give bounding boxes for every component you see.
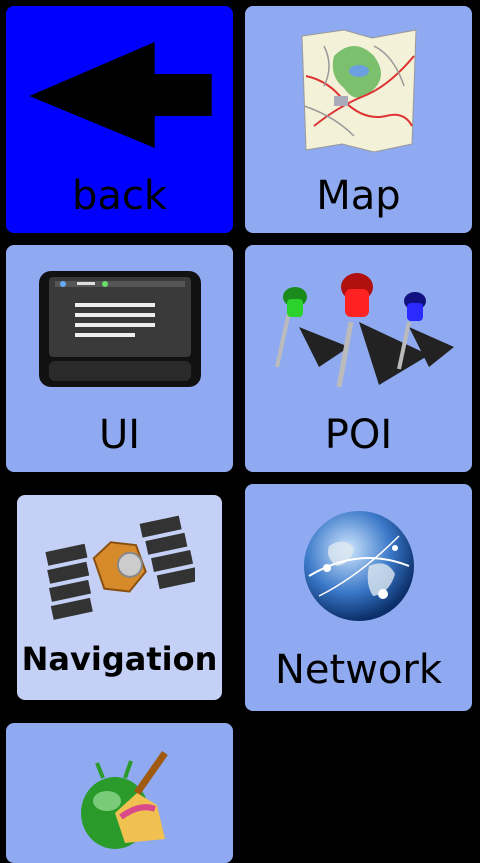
globe-icon [245,506,472,626]
poi-button[interactable]: POI [245,245,472,472]
ui-label: UI [98,412,141,458]
navigation-button[interactable]: Navigation [17,495,222,700]
poi-label: POI [324,412,393,458]
pushpins-icon [245,267,472,393]
map-button[interactable]: Map [245,6,472,233]
back-label: back [71,173,168,219]
map-icon [245,26,472,156]
cleanup-button[interactable] [6,723,233,863]
map-label: Map [316,173,401,219]
ui-button[interactable]: UI [6,245,233,472]
network-button[interactable]: Network [245,484,472,711]
network-label: Network [274,647,442,693]
broom-bug-icon [6,743,233,863]
back-button[interactable]: back [6,6,233,233]
screen-icon [6,267,233,391]
satellite-icon [17,515,222,627]
back-arrow-icon [6,34,233,154]
navigation-label: Navigation [21,640,218,678]
